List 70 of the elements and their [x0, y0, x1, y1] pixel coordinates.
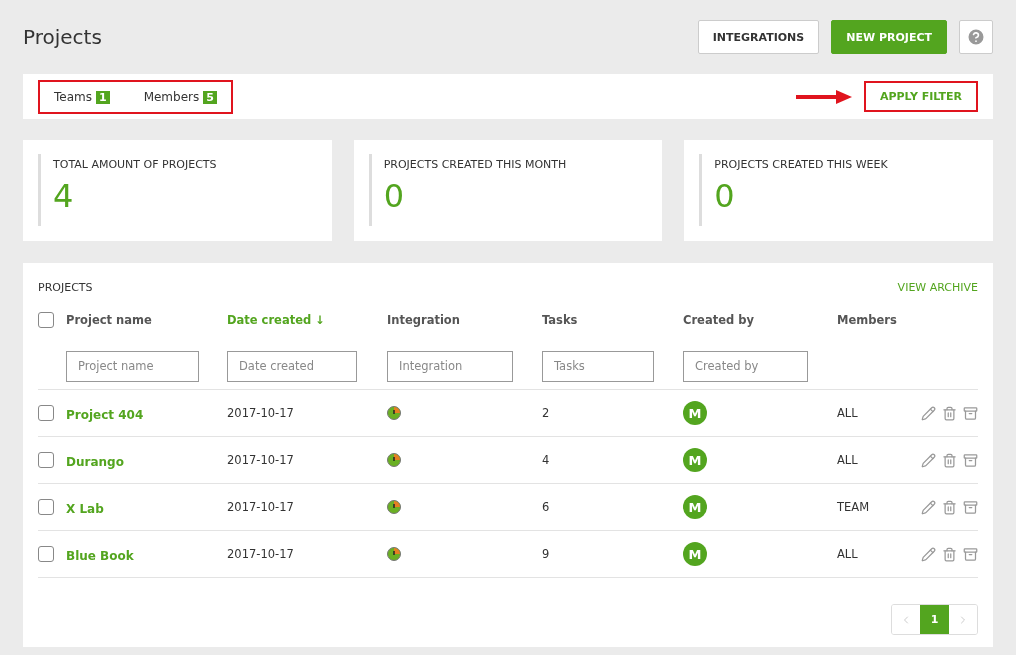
archive-icon[interactable]: [963, 405, 978, 421]
filter-field[interactable]: Integration: [387, 350, 513, 382]
trash-icon[interactable]: [942, 405, 957, 421]
column-header[interactable]: Integration: [387, 313, 542, 327]
globe-icon: [387, 547, 401, 561]
archive-icon[interactable]: [963, 546, 978, 562]
tasks-cell-text: 6: [542, 500, 551, 514]
project-link[interactable]: Blue Book: [66, 548, 134, 563]
tasks-cell-text: 4: [542, 453, 551, 467]
checkbox[interactable]: [38, 312, 54, 328]
avatar: M: [683, 495, 707, 519]
stat-label: PROJECTS CREATED THIS MONTH: [383, 157, 568, 171]
edit-icon[interactable]: [921, 546, 936, 562]
panel-title: PROJECTS: [38, 280, 93, 294]
view-archive-link[interactable]: VIEW ARCHIVE: [897, 280, 978, 294]
filter-field[interactable]: Created by: [683, 350, 808, 382]
stat-label: PROJECTS CREATED THIS WEEK: [714, 157, 889, 171]
avatar: M: [683, 448, 707, 472]
date-cell-text: 2017-10-17: [227, 453, 295, 467]
arrow-drawing: [796, 88, 852, 105]
globe-icon: [387, 406, 401, 420]
project-link[interactable]: Durango: [66, 454, 124, 469]
filter-toggle[interactable]: Teams 1: [54, 89, 110, 104]
column-header[interactable]: Members: [837, 313, 917, 327]
trash-icon[interactable]: [942, 452, 957, 468]
stat-value: 0: [383, 177, 405, 215]
page-button[interactable]: 1: [920, 605, 949, 634]
page-title: Projects: [23, 25, 103, 49]
avatar: M: [683, 401, 707, 425]
stat-label: TOTAL AMOUNT OF PROJECTS: [53, 157, 218, 171]
filter-toggle[interactable]: Members 5: [143, 89, 217, 104]
filter-field[interactable]: Tasks: [542, 350, 654, 382]
archive-icon[interactable]: [963, 499, 978, 515]
trash-icon[interactable]: [942, 499, 957, 515]
new-project-button[interactable]: NEW PROJECT: [831, 20, 947, 54]
filter-field[interactable]: Date created: [227, 350, 357, 382]
members-cell-text: ALL: [837, 406, 859, 420]
project-link[interactable]: Project 404: [66, 407, 144, 422]
avatar: M: [683, 542, 707, 566]
column-header[interactable]: Created by: [683, 313, 837, 327]
checkbox[interactable]: [38, 546, 54, 562]
checkbox[interactable]: [38, 405, 54, 421]
members-cell-text: TEAM: [837, 500, 871, 514]
members-cell-text: ALL: [837, 453, 859, 467]
edit-icon[interactable]: [921, 499, 936, 515]
column-header[interactable]: Date created ↓: [227, 313, 387, 327]
globe-icon: [387, 453, 401, 467]
checkbox[interactable]: [38, 499, 54, 515]
column-header[interactable]: Tasks: [542, 313, 683, 327]
project-link[interactable]: X Lab: [66, 501, 104, 516]
stat-value: 0: [714, 177, 736, 215]
help-icon: [966, 27, 986, 47]
archive-icon[interactable]: [963, 452, 978, 468]
stat-value: 4: [53, 177, 75, 215]
column-header[interactable]: Project name: [66, 313, 227, 327]
trash-icon[interactable]: [942, 546, 957, 562]
checkbox[interactable]: [38, 452, 54, 468]
edit-icon[interactable]: [921, 452, 936, 468]
help-button[interactable]: [959, 20, 993, 54]
date-cell-text: 2017-10-17: [227, 500, 295, 514]
date-cell-text: 2017-10-17: [227, 547, 295, 561]
edit-icon[interactable]: [921, 405, 936, 421]
tasks-cell-text: 2: [542, 406, 551, 420]
apply-filter-button[interactable]: APPLY FILTER: [866, 90, 976, 103]
integrations-button[interactable]: INTEGRATIONS: [697, 20, 820, 54]
tasks-cell-text: 9: [542, 547, 551, 561]
filter-field[interactable]: Project name: [66, 350, 199, 382]
members-cell-text: ALL: [837, 547, 859, 561]
date-cell-text: 2017-10-17: [227, 406, 295, 420]
globe-icon: [387, 500, 401, 514]
